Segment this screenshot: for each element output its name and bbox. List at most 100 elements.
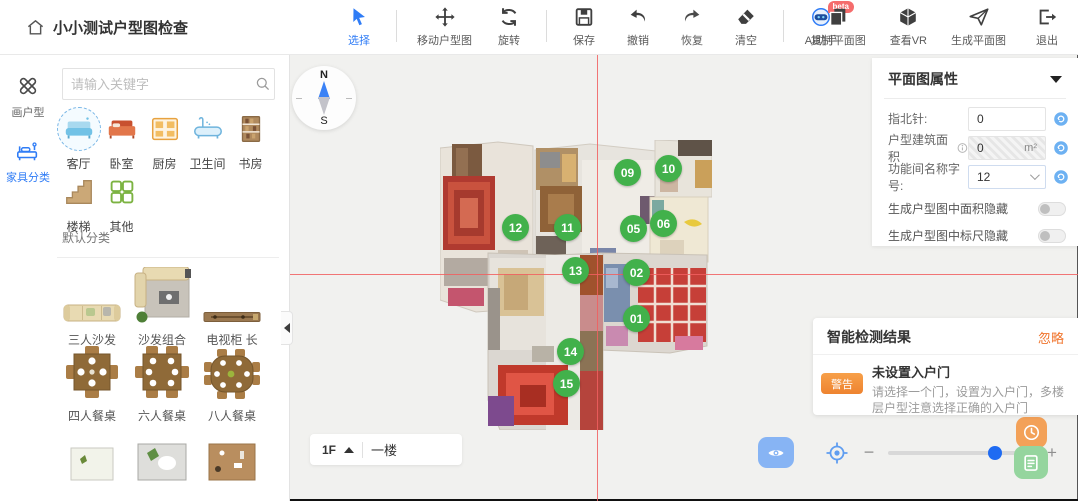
north-arrow-input[interactable] (968, 107, 1046, 131)
study-icon (229, 107, 273, 151)
paper-plane-icon (968, 6, 990, 28)
bathroom-icon (186, 107, 230, 151)
rail-item-furniture-category[interactable]: 家具分类 (0, 138, 56, 185)
redo-icon (681, 6, 703, 28)
reset-icon[interactable] (1053, 140, 1069, 156)
furniture-table8[interactable]: 八人餐桌 (197, 345, 267, 424)
room-marker-11[interactable]: 11 (554, 214, 581, 241)
category-kitchen[interactable]: 厨房 (143, 107, 186, 172)
preview-button[interactable] (758, 437, 794, 468)
recenter-button[interactable] (825, 441, 849, 465)
topbar: 小小测试户型图检查 选择 移动户型图 (0, 0, 1078, 55)
room-name-font-value: 12 (977, 170, 990, 184)
room-marker-06[interactable]: 06 (650, 210, 677, 237)
room-marker-12[interactable]: 12 (502, 214, 529, 241)
furniture-row-3 (57, 443, 267, 481)
room-name-font-select[interactable]: 12 (968, 165, 1046, 189)
room-marker-09[interactable]: 09 (614, 159, 641, 186)
hide-area-toggle[interactable] (1038, 202, 1066, 216)
room-marker-15[interactable]: 15 (553, 370, 580, 397)
room-marker-01[interactable]: 01 (623, 305, 650, 332)
category-study[interactable]: 书房 (229, 107, 272, 172)
copy-floorplan-label: 复制平面图 (811, 32, 866, 48)
compass-tick-west (296, 98, 302, 99)
toolbar-separator (546, 10, 547, 42)
room-marker-02[interactable]: 02 (623, 259, 650, 286)
category-row-2: 楼梯 其他 (57, 170, 143, 235)
exit-button[interactable]: 退出 (1030, 6, 1064, 48)
save-label: 保存 (573, 32, 595, 48)
category-bedroom[interactable]: 卧室 (100, 107, 143, 172)
floor-selector[interactable]: 1F 一楼 (310, 434, 462, 465)
furniture-sofa3[interactable]: 三人沙发 (57, 267, 127, 348)
copy-floorplan-button[interactable]: 复制平面图 (811, 6, 866, 48)
search-input[interactable] (63, 77, 255, 92)
category-bathroom-label: 卫生间 (189, 155, 225, 172)
rotate-icon (498, 6, 520, 28)
room-bed (600, 253, 707, 353)
collapse-caret-icon[interactable] (1050, 76, 1062, 83)
reset-icon[interactable] (1053, 111, 1069, 127)
furniture-table4[interactable]: 四人餐桌 (57, 345, 127, 424)
detection-item[interactable]: 警告 未设置入户门 请选择一个门，设置为入户门，多楼层户型注意选择正确的入户门 (813, 355, 1078, 416)
properties-header[interactable]: 平面图属性 (872, 58, 1078, 98)
building-area-input: 0 m² (968, 136, 1046, 160)
furniture-item-partial[interactable] (127, 443, 197, 481)
furniture-sofa-combo[interactable]: 沙发组合 (127, 267, 197, 348)
furniture-table6-label: 六人餐桌 (138, 407, 186, 424)
default-category-label: 默认分类 (62, 229, 110, 246)
move-floorplan-button[interactable]: 移动户型图 (417, 6, 472, 48)
info-icon[interactable] (957, 142, 968, 154)
history-button[interactable] (1016, 417, 1047, 448)
furniture-item-partial[interactable] (57, 443, 127, 481)
category-other[interactable]: 其他 (100, 170, 143, 235)
toolbar-separator (783, 10, 784, 42)
hide-ruler-toggle[interactable] (1038, 229, 1066, 243)
category-living-room[interactable]: 客厅 (57, 107, 100, 172)
ignore-link[interactable]: 忽略 (1038, 328, 1064, 347)
sidebar: 画户型 家具分类 (0, 55, 290, 501)
room-marker-14[interactable]: 14 (557, 338, 584, 365)
undo-button[interactable]: 撤销 (621, 6, 655, 48)
hide-area-toggle-row: 生成户型图中面积隐藏 (872, 195, 1078, 222)
north-arrow-label: 指北针: (888, 110, 968, 127)
report-button[interactable] (1014, 446, 1048, 479)
sidebar-collapse-button[interactable] (281, 311, 293, 345)
rail-item-draw-plan-label: 画户型 (12, 104, 45, 120)
save-button[interactable]: 保存 (567, 6, 601, 48)
category-bathroom[interactable]: 卫生间 (186, 107, 229, 172)
furniture-tv-cabinet[interactable]: 电视柜 长 (197, 267, 267, 348)
zoom-out-button[interactable]: − (860, 444, 878, 462)
compass-needle-south (318, 97, 330, 115)
warning-description: 请选择一个门，设置为入户门，多楼层户型注意选择正确的入户门 (872, 384, 1068, 416)
properties-divider (884, 98, 1066, 99)
furniture-table4-image (65, 345, 119, 399)
hide-area-label: 生成户型图中面积隐藏 (888, 200, 1038, 217)
properties-panel: 平面图属性 指北针: 户型建筑面积 0 (872, 58, 1078, 246)
floor-expand-icon[interactable] (344, 447, 354, 453)
zoom-slider-thumb[interactable] (988, 446, 1002, 460)
redo-label: 恢复 (681, 32, 703, 48)
compass-south-label: S (320, 115, 327, 127)
search-icon[interactable] (255, 76, 271, 92)
reset-icon[interactable] (1053, 169, 1069, 185)
room-marker-10[interactable]: 10 (655, 155, 682, 182)
category-other-label: 其他 (109, 218, 133, 235)
toggle-knob (1040, 204, 1050, 214)
furniture-item-partial[interactable] (197, 443, 267, 481)
select-tool-button[interactable]: 选择 (342, 6, 376, 48)
warning-text: 未设置入户门 请选择一个门，设置为入户门，多楼层户型注意选择正确的入户门 (872, 362, 1068, 416)
room-marker-13[interactable]: 13 (562, 257, 589, 284)
redo-button[interactable]: 恢复 (675, 6, 709, 48)
category-stairs[interactable]: 楼梯 (57, 170, 100, 235)
rail-item-draw-plan[interactable]: 画户型 (0, 73, 56, 120)
toolbar-right: 复制平面图 查看VR 生成平面图 (811, 6, 1064, 48)
crosshair-vertical-line (597, 55, 598, 501)
clear-button[interactable]: 清空 (729, 6, 763, 48)
furniture-table6[interactable]: 六人餐桌 (127, 345, 197, 424)
rotate-button[interactable]: 旋转 (492, 6, 526, 48)
generate-floorplan-button[interactable]: 生成平面图 (951, 6, 1006, 48)
room-marker-05[interactable]: 05 (620, 215, 647, 242)
view-vr-button[interactable]: 查看VR (890, 6, 927, 48)
draw-tools-icon (15, 73, 41, 99)
